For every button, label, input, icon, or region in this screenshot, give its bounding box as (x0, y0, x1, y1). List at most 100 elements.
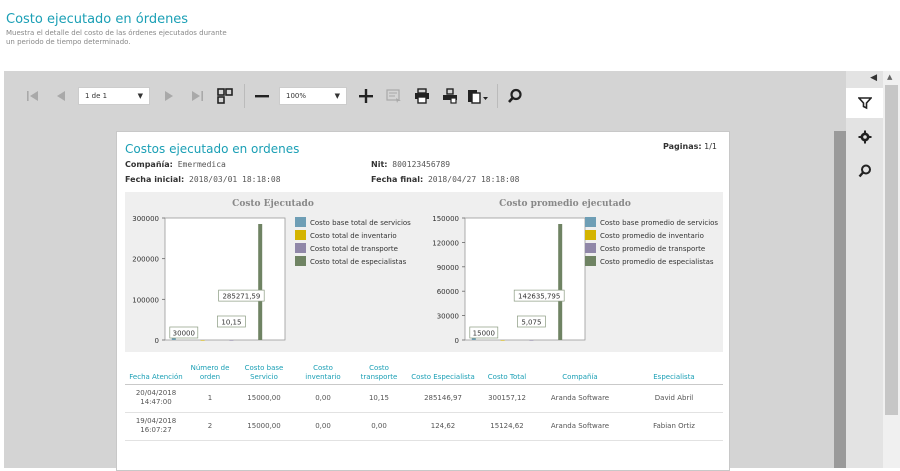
y-tick-label: 150000 (432, 215, 459, 223)
column-header: Número de orden (187, 354, 233, 385)
legend-swatch (295, 256, 306, 266)
charts-area: Costo Ejecutado 0 100000 200000 300000 30000 C… (125, 192, 723, 352)
prev-page-icon[interactable] (50, 84, 72, 108)
column-header: Costo Total (479, 354, 535, 385)
report-title: Costos ejecutado en ordenes (125, 142, 300, 156)
next-page-icon[interactable] (158, 84, 180, 108)
toolbar-divider (497, 84, 498, 108)
zoom-select-value: 100% (286, 92, 307, 100)
last-page-icon[interactable] (186, 84, 208, 108)
filter-icon[interactable] (846, 88, 883, 118)
page-counter-value: 1/1 (704, 142, 717, 151)
highlight-icon[interactable] (383, 84, 405, 108)
legend-label: Costo base promedio de servicios (600, 219, 718, 227)
legend-swatch (295, 217, 306, 227)
data-label: 142635,795 (518, 293, 560, 301)
y-tick-label: 120000 (432, 239, 459, 247)
bar (500, 340, 505, 341)
company-line: Compañía: Emermedica (125, 160, 226, 169)
print-page-icon[interactable] (439, 84, 461, 108)
zoom-in-icon[interactable] (355, 84, 377, 108)
legend-swatch (585, 256, 596, 266)
nit-line: Nit: 800123456789 (371, 160, 450, 169)
data-label: 15000 (473, 330, 495, 338)
gear-icon[interactable] (846, 122, 883, 152)
table-row: 19/04/2018 16:07:27 2 15000,00 0,00 0,00 124,… (125, 412, 723, 441)
column-header: Costo inventario (295, 354, 351, 385)
end-date-value: 2018/04/27 18:18:08 (427, 175, 520, 184)
scroll-up-icon[interactable]: ▲ (887, 73, 892, 81)
start-date-value: 2018/03/01 18:18:08 (189, 175, 281, 184)
legend-swatch (585, 217, 596, 227)
column-header: Especialista (625, 354, 723, 385)
table-header-row: Fecha Atención Número de orden Costo base … (125, 354, 723, 385)
data-label: 30000 (173, 330, 195, 338)
table-cell: 15124,62 (479, 412, 535, 441)
column-header: Fecha Atención (125, 354, 187, 385)
toolbar-divider (244, 84, 245, 108)
nit-label: Nit: (371, 160, 388, 169)
data-label: 285271,59 (222, 293, 260, 301)
legend-swatch (295, 243, 306, 253)
search-icon[interactable] (846, 156, 883, 186)
table-cell: 10,15 (351, 384, 407, 413)
table-cell: 124,62 (407, 412, 479, 441)
table-cell: 20/04/2018 14:47:00 (125, 384, 187, 413)
table-cell: 285146,97 (407, 384, 479, 413)
table-cell: 0,00 (351, 412, 407, 441)
first-page-icon[interactable] (22, 84, 44, 108)
data-label: 5,075 (521, 319, 541, 327)
table-cell: 0,00 (295, 384, 351, 413)
chart-title: Costo promedio ejecutado (499, 199, 631, 209)
legend-label: Costo promedio de especialistas (600, 258, 714, 266)
zoom-out-icon[interactable] (251, 84, 273, 108)
nit-value: 800123456789 (392, 160, 451, 169)
company-value: Emermedica (177, 160, 226, 169)
legend-swatch (585, 230, 596, 240)
page-select[interactable]: 1 de 1 ▼ (78, 87, 150, 105)
y-tick-label: 100000 (132, 296, 159, 304)
table-body: 20/04/2018 14:47:00 1 15000,00 0,00 10,15 285… (125, 384, 723, 441)
start-date-label: Fecha inicial: (125, 175, 185, 184)
column-header: Costo base Servicio (233, 354, 295, 385)
print-icon[interactable] (411, 84, 433, 108)
orders-table: Fecha Atención Número de orden Costo base … (125, 354, 723, 441)
end-date-line: Fecha final: 2018/04/27 18:18:08 (371, 175, 520, 184)
export-icon[interactable] (467, 84, 489, 108)
table-cell: 19/04/2018 16:07:27 (125, 412, 187, 441)
company-label: Compañía: (125, 160, 173, 169)
page-header: Costo ejecutado en órdenes Muestra el de… (6, 12, 236, 47)
table-cell: 1 (187, 384, 233, 413)
page-title: Costo ejecutado en órdenes (6, 12, 189, 27)
legend-swatch (295, 230, 306, 240)
table-cell: 15000,00 (233, 412, 295, 441)
legend-label: Costo base total de servicios (310, 219, 411, 227)
page-counter-label: Paginas: (663, 142, 702, 151)
page-scrollbar-thumb[interactable] (885, 85, 898, 415)
chart-title: Costo Ejecutado (232, 199, 314, 209)
search-icon[interactable] (504, 84, 526, 108)
y-tick-label: 0 (455, 337, 459, 345)
table-row: 20/04/2018 14:47:00 1 15000,00 0,00 10,15 285… (125, 384, 723, 413)
zoom-select[interactable]: 100% ▼ (279, 87, 347, 105)
report-page: Costos ejecutado en ordenes Paginas: 1/1… (116, 131, 730, 471)
y-tick-label: 300000 (132, 215, 159, 223)
page-scrollbar[interactable]: ▲ (883, 71, 900, 468)
report-scrollbar[interactable] (834, 131, 846, 468)
table-cell: Fabian Ortiz (625, 412, 723, 441)
y-tick-label: 90000 (437, 264, 459, 272)
bar (258, 223, 263, 340)
table-cell: Aranda Software (535, 412, 625, 441)
data-label: 10,15 (221, 319, 241, 327)
y-tick-label: 30000 (437, 313, 459, 321)
side-panel: ◀ (846, 71, 883, 468)
start-date-line: Fecha inicial: 2018/03/01 18:18:08 (125, 175, 281, 184)
multi-page-icon[interactable] (214, 84, 236, 108)
collapse-arrow-icon[interactable]: ◀ (870, 73, 877, 83)
legend-label: Costo total de transporte (310, 245, 398, 253)
y-tick-label: 0 (155, 337, 159, 345)
legend-label: Costo promedio de inventario (600, 232, 704, 240)
page-select-value: 1 de 1 (85, 92, 108, 100)
viewer-toolbar: 1 de 1 ▼ 100% ▼ (4, 71, 844, 121)
table-cell: 300157,12 (479, 384, 535, 413)
